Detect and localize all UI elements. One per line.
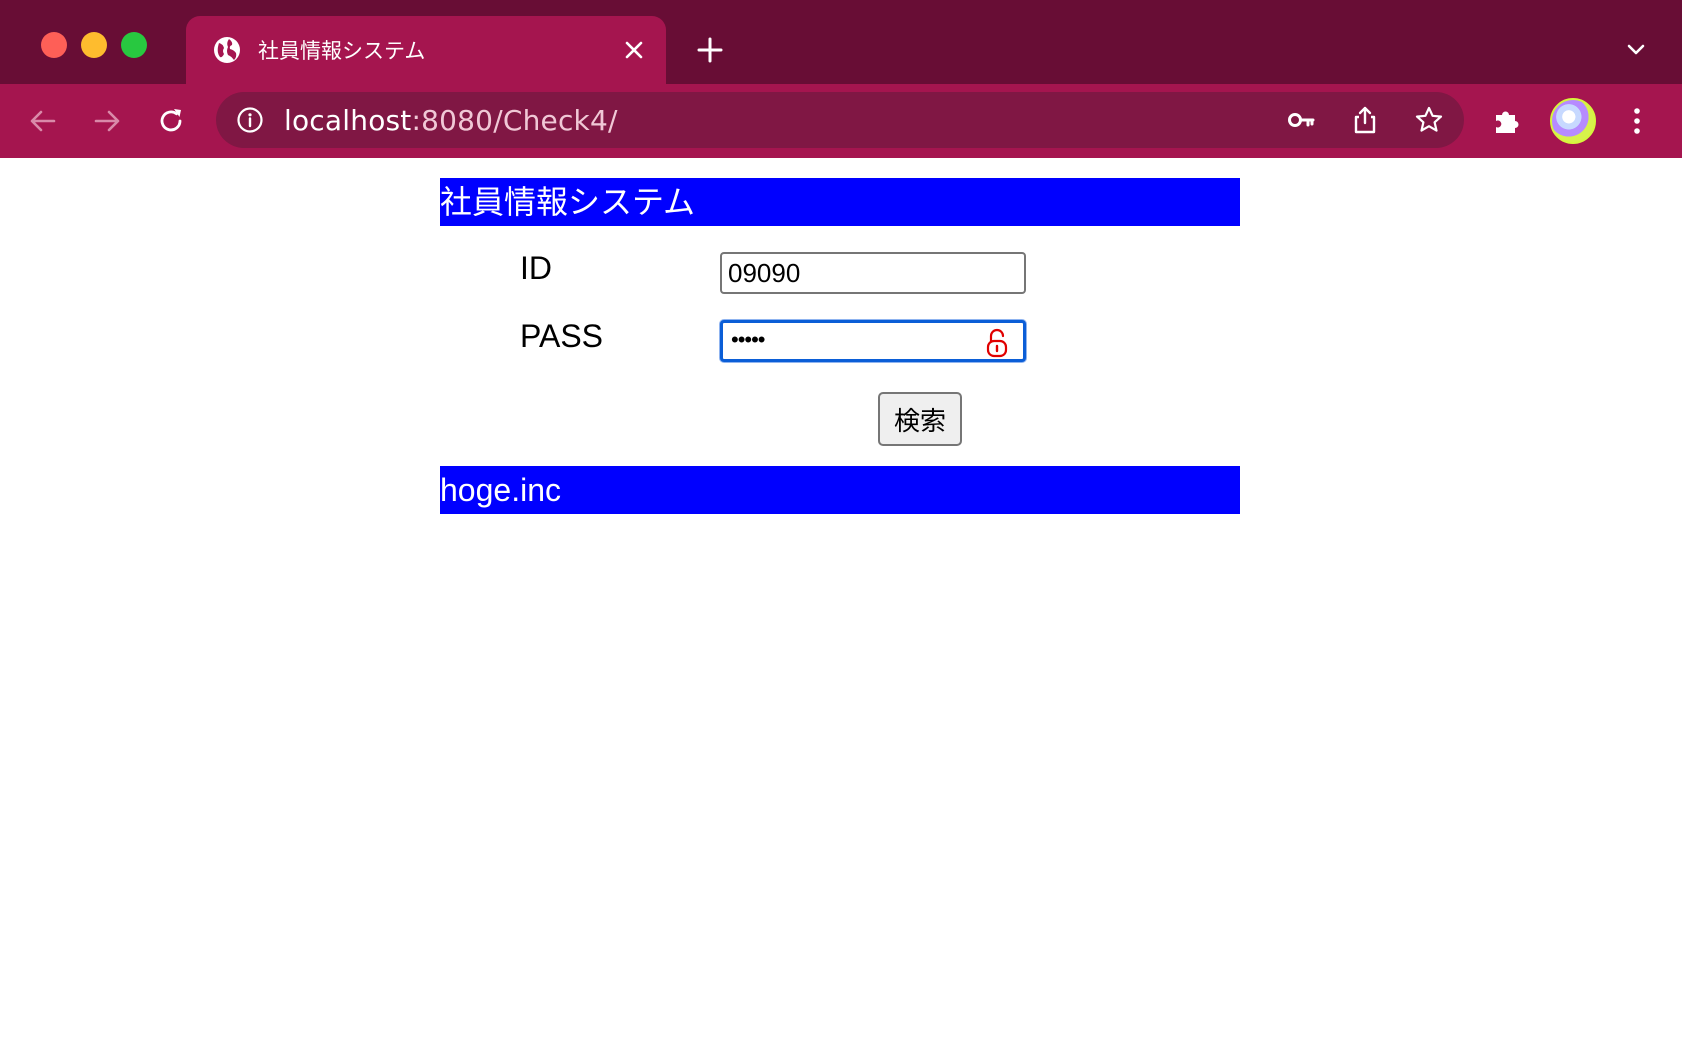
browser-titlebar: 社員情報システム: [0, 0, 1682, 86]
id-label: ID: [520, 250, 552, 286]
address-bar[interactable]: localhost:8080/Check4/: [216, 92, 1464, 148]
browser-tab-active[interactable]: 社員情報システム: [186, 16, 666, 86]
search-button[interactable]: 検索: [878, 392, 962, 446]
browser-toolbar: localhost:8080/Check4/: [0, 84, 1682, 158]
info-icon[interactable]: [236, 106, 264, 134]
globe-icon: [214, 37, 240, 63]
id-input[interactable]: [720, 252, 1026, 294]
bookmark-star-icon[interactable]: [1414, 105, 1444, 135]
forward-arrow-icon[interactable]: [90, 104, 124, 138]
address-path: :8080/Check4/: [411, 104, 618, 137]
back-arrow-icon[interactable]: [26, 104, 60, 138]
profile-avatar[interactable]: [1550, 98, 1596, 144]
page-header-banner: 社員情報システム: [440, 178, 1240, 226]
tab-title: 社員情報システム: [258, 39, 426, 63]
chevron-down-icon[interactable]: [1624, 38, 1648, 62]
password-masked-value: •••••: [731, 327, 766, 352]
zoom-window-button[interactable]: [121, 32, 147, 58]
page-footer-banner: hoge.inc: [440, 466, 1240, 514]
web-page: 社員情報システム ID PASS ••••• 検索 hoge.inc: [0, 158, 1682, 1056]
address-url: localhost:8080/Check4/: [284, 104, 618, 137]
reload-icon[interactable]: [154, 104, 188, 138]
minimize-window-button[interactable]: [81, 32, 107, 58]
extensions-puzzle-icon[interactable]: [1490, 104, 1524, 138]
close-tab-icon[interactable]: [622, 38, 646, 62]
new-tab-icon[interactable]: [696, 36, 724, 64]
pass-label: PASS: [520, 318, 603, 354]
more-menu-icon[interactable]: [1620, 104, 1654, 138]
share-icon[interactable]: [1350, 105, 1380, 135]
key-icon[interactable]: [1286, 105, 1316, 135]
address-host: localhost: [284, 104, 412, 137]
close-window-button[interactable]: [41, 32, 67, 58]
password-input[interactable]: •••••: [720, 320, 1026, 362]
unlock-warning-icon[interactable]: [985, 328, 1009, 358]
